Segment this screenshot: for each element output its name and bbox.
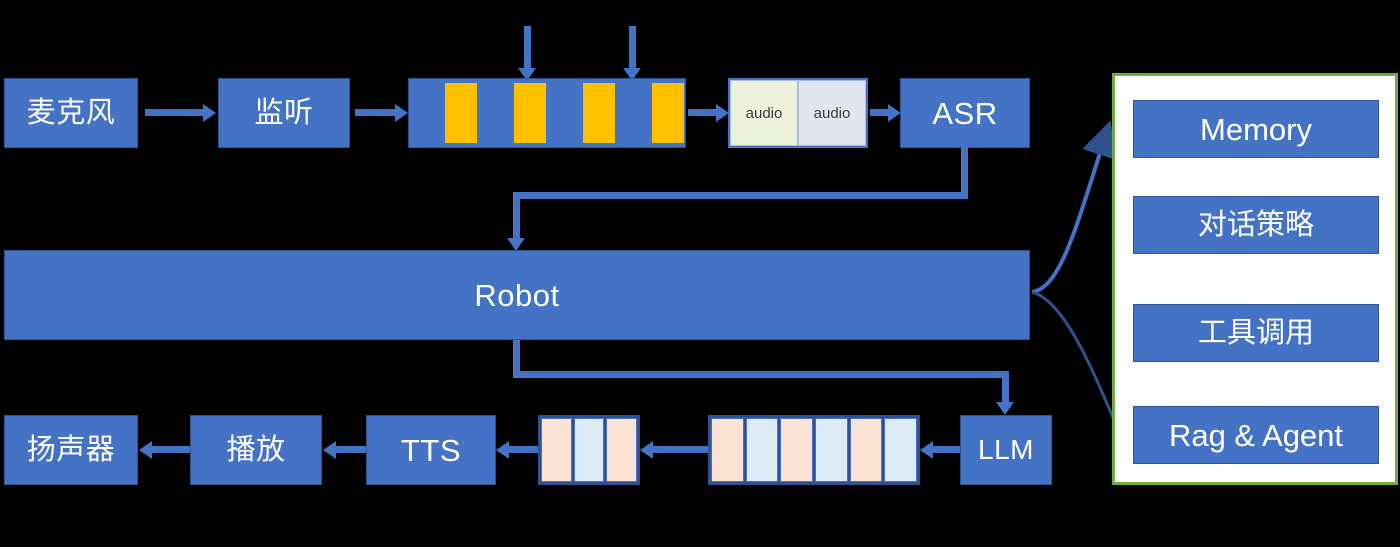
connector-llm-to-tokens bbox=[933, 446, 960, 453]
arrowhead-tts-to-play-icon bbox=[323, 441, 336, 459]
connector-microphone-to-listen bbox=[145, 109, 203, 116]
arrowhead-robot-to-llm-icon bbox=[996, 402, 1014, 415]
token-group-small bbox=[538, 415, 640, 485]
token-cell bbox=[884, 418, 918, 482]
token-cell bbox=[745, 418, 779, 482]
node-robot-label: Robot bbox=[474, 277, 560, 313]
node-listen-label: 监听 bbox=[254, 96, 314, 129]
connector-listen-to-stream bbox=[355, 109, 395, 116]
agent-capability-panel: Memory 对话策略 工具调用 Rag & Agent bbox=[1112, 73, 1398, 485]
connector-tts-to-play bbox=[336, 446, 366, 453]
node-microphone[interactable]: 麦克风 bbox=[4, 78, 138, 148]
node-microphone-label: 麦克风 bbox=[26, 96, 116, 129]
connector-asr-to-robot-horizontal bbox=[513, 192, 968, 199]
node-speaker[interactable]: 扬声器 bbox=[4, 415, 138, 485]
node-llm-label: LLM bbox=[978, 434, 1034, 465]
audio-stream-cell bbox=[444, 83, 477, 143]
agent-item-dialogue-policy[interactable]: 对话策略 bbox=[1133, 196, 1379, 254]
curve-robot-to-memory bbox=[1031, 120, 1117, 294]
agent-item-dialogue-policy-label: 对话策略 bbox=[1197, 208, 1314, 241]
node-play[interactable]: 播放 bbox=[190, 415, 322, 485]
token-cell bbox=[815, 418, 848, 482]
connector-play-to-speaker bbox=[152, 446, 190, 453]
token-cell bbox=[711, 418, 744, 482]
node-play-label: 播放 bbox=[226, 433, 286, 466]
connector-robot-to-llm-vertical bbox=[1002, 371, 1009, 405]
agent-item-memory-label: Memory bbox=[1200, 111, 1312, 147]
connector-stream-to-packets bbox=[688, 109, 716, 116]
node-tts-label: TTS bbox=[400, 432, 462, 468]
node-asr-label: ASR bbox=[932, 95, 998, 131]
agent-item-rag-agent-label: Rag & Agent bbox=[1168, 417, 1344, 453]
connector-asr-to-robot-vertical bbox=[513, 192, 520, 242]
audio-stream-cell bbox=[410, 83, 443, 143]
connector-packets-to-asr bbox=[870, 109, 888, 116]
node-speaker-label: 扬声器 bbox=[26, 433, 116, 466]
arrowhead-play-to-speaker-icon bbox=[139, 441, 152, 459]
audio-packet-label: audio bbox=[745, 104, 783, 122]
audio-stream-cell bbox=[548, 83, 581, 143]
audio-packet-label: audio bbox=[813, 104, 851, 122]
token-cell bbox=[780, 418, 814, 482]
audio-packet: audio bbox=[798, 80, 866, 146]
token-cell bbox=[573, 418, 605, 482]
audio-stream-cell bbox=[651, 83, 684, 143]
connector-bigtokens-to-smalltokens bbox=[653, 446, 708, 453]
audio-stream-cell bbox=[513, 83, 546, 143]
token-group-large bbox=[708, 415, 920, 485]
node-asr[interactable]: ASR bbox=[900, 78, 1030, 148]
token-cell bbox=[541, 418, 572, 482]
connector-tokens-to-tts bbox=[509, 446, 538, 453]
audio-stream-strip bbox=[408, 78, 686, 148]
node-tts[interactable]: TTS bbox=[366, 415, 496, 485]
stream-marker-2-stem bbox=[629, 26, 636, 70]
node-robot[interactable]: Robot bbox=[4, 250, 1030, 340]
audio-packet: audio bbox=[730, 80, 798, 146]
node-llm[interactable]: LLM bbox=[960, 415, 1052, 485]
audio-stream-cell bbox=[582, 83, 615, 143]
audio-packet-group: audio audio bbox=[728, 78, 868, 148]
node-listen[interactable]: 监听 bbox=[218, 78, 350, 148]
diagram-canvas: 麦克风 监听 audio audio ASR Robot 扬声器 播放 TTS … bbox=[0, 0, 1400, 547]
audio-stream-cell bbox=[479, 83, 512, 143]
arrowhead-tokens-to-tts-icon bbox=[496, 441, 509, 459]
agent-item-rag-agent[interactable]: Rag & Agent bbox=[1133, 406, 1379, 464]
token-cell bbox=[849, 418, 883, 482]
audio-stream-cell bbox=[617, 83, 650, 143]
arrowhead-llm-to-tokens-icon bbox=[920, 441, 933, 459]
agent-item-memory[interactable]: Memory bbox=[1133, 100, 1379, 158]
arrowhead-microphone-to-listen-icon bbox=[203, 104, 216, 122]
agent-item-tool-calling[interactable]: 工具调用 bbox=[1133, 304, 1379, 362]
stream-marker-1-stem bbox=[524, 26, 531, 70]
agent-item-tool-calling-label: 工具调用 bbox=[1197, 316, 1314, 349]
arrowhead-listen-to-stream-icon bbox=[395, 104, 408, 122]
arrowhead-bigtokens-to-smalltokens-icon bbox=[640, 441, 653, 459]
connector-robot-to-llm-horizontal bbox=[513, 371, 1009, 378]
token-cell bbox=[606, 418, 638, 482]
